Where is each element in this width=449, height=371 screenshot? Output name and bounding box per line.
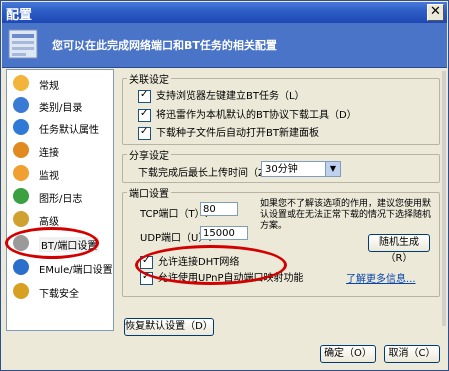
sidebar-item-label: 下载安全 [39,289,79,300]
window-title: 配置 [6,8,33,23]
sidebar: 常规 类别/目录 任务默认属性 连接 监视 图形/日志 高级 BT/端口设置 E… [6,69,114,331]
connection-icon [13,142,29,158]
config-logo-icon [8,29,38,59]
association-option-1[interactable]: 支持浏览器左键建立BT任务（L） [138,87,305,103]
chevron-down-icon[interactable]: ▼ [325,162,340,176]
association-legend: 关联设定 [129,75,169,86]
learn-more-link[interactable]: 了解更多信息... [346,270,416,285]
chart-icon [13,188,29,204]
sidebar-item-emule-port[interactable]: EMule/端口设置 [9,258,113,278]
option-label: 允许连接DHT网络 [158,257,240,268]
emule-icon [13,259,29,275]
sidebar-item-general[interactable]: 常规 [9,74,111,94]
checkbox[interactable] [140,255,153,269]
dialog-buttons: 确定（O） 取消（C） [2,341,447,369]
random-button[interactable]: 随机生成（R） [368,234,430,264]
title-bar[interactable]: 配置 ✕ [2,2,447,23]
close-button[interactable]: ✕ [427,4,444,21]
association-option-2[interactable]: 将迅雷作为本机默认的BT协议下载工具（D） [138,106,357,122]
restore-defaults-button[interactable]: 恢复默认设置（D） [124,318,214,336]
association-option-3[interactable]: 下载种子文件后自动打开BT新建面板 [138,124,319,140]
sidebar-item-label: 常规 [39,81,59,92]
general-icon [13,75,29,91]
sidebar-item-label: 任务默认属性 [39,125,99,136]
config-window: 配置 ✕ 您可以在此完成网络端口和BT任务的相关配置 常规 类别/目录 任务默认… [0,0,449,371]
dht-option[interactable]: 允许连接DHT网络 [140,253,239,269]
sidebar-item-label: 高级 [39,217,59,228]
sidebar-item-label: 类别/目录 [39,103,83,114]
option-label: 允许使用UPnP自动端口映射功能 [158,273,304,284]
share-legend: 分享设定 [129,151,169,162]
select-value: 30分钟 [265,164,298,175]
task-icon [13,119,29,135]
scrollbar[interactable] [442,71,446,326]
sidebar-item-bt-port[interactable]: BT/端口设置 [9,234,111,254]
port-hint: 如果您不了解该选项的作用，建议您使用默认设置或在无法正常下载的情况下选择随机方案… [260,199,432,231]
sidebar-item-category[interactable]: 类别/目录 [9,96,111,116]
bt-icon [13,235,29,251]
sidebar-item-label: BT/端口设置 [39,237,100,252]
sidebar-item-chart-log[interactable]: 图形/日志 [9,187,111,207]
sidebar-item-label: EMule/端口设置 [39,265,113,276]
checkbox[interactable] [138,89,151,103]
monitor-icon [13,165,29,181]
checkbox[interactable] [138,126,151,140]
port-legend: 端口设置 [129,189,169,200]
banner: 您可以在此完成网络端口和BT任务的相关配置 [2,23,447,68]
sidebar-item-label: 连接 [39,148,59,159]
ok-button[interactable]: 确定（O） [320,345,376,363]
option-label: 将迅雷作为本机默认的BT协议下载工具（D） [156,110,357,121]
sidebar-item-monitor[interactable]: 监视 [9,164,111,184]
tcp-label: TCP端口（T）: [140,209,209,220]
folder-icon [13,97,29,113]
checkbox[interactable] [138,108,151,122]
upnp-option[interactable]: 允许使用UPnP自动端口映射功能 [140,269,304,285]
sidebar-item-connection[interactable]: 连接 [9,141,111,161]
sidebar-item-task-defaults[interactable]: 任务默认属性 [9,118,111,138]
banner-text: 您可以在此完成网络端口和BT任务的相关配置 [52,39,277,52]
checkbox[interactable] [140,271,153,285]
udp-port-input[interactable]: 15000 [200,226,248,240]
upload-time-select[interactable]: 30分钟 ▼ [261,161,341,177]
sidebar-item-label: 监视 [39,171,59,182]
security-icon [13,283,29,299]
option-label: 下载种子文件后自动打开BT新建面板 [156,128,319,139]
option-label: 支持浏览器左键建立BT任务（L） [156,91,305,102]
sidebar-item-advanced[interactable]: 高级 [9,210,111,230]
cancel-button[interactable]: 取消（C） [384,345,440,363]
sidebar-item-label: 图形/日志 [39,194,83,205]
sidebar-item-download-security[interactable]: 下载安全 [9,282,111,302]
tcp-port-input[interactable]: 80 [200,202,238,216]
advanced-icon [13,211,29,227]
share-label: 下载完成后最长上传时间（Z）: [138,168,279,179]
settings-panel: 关联设定 支持浏览器左键建立BT任务（L） 将迅雷作为本机默认的BT协议下载工具… [118,69,444,336]
